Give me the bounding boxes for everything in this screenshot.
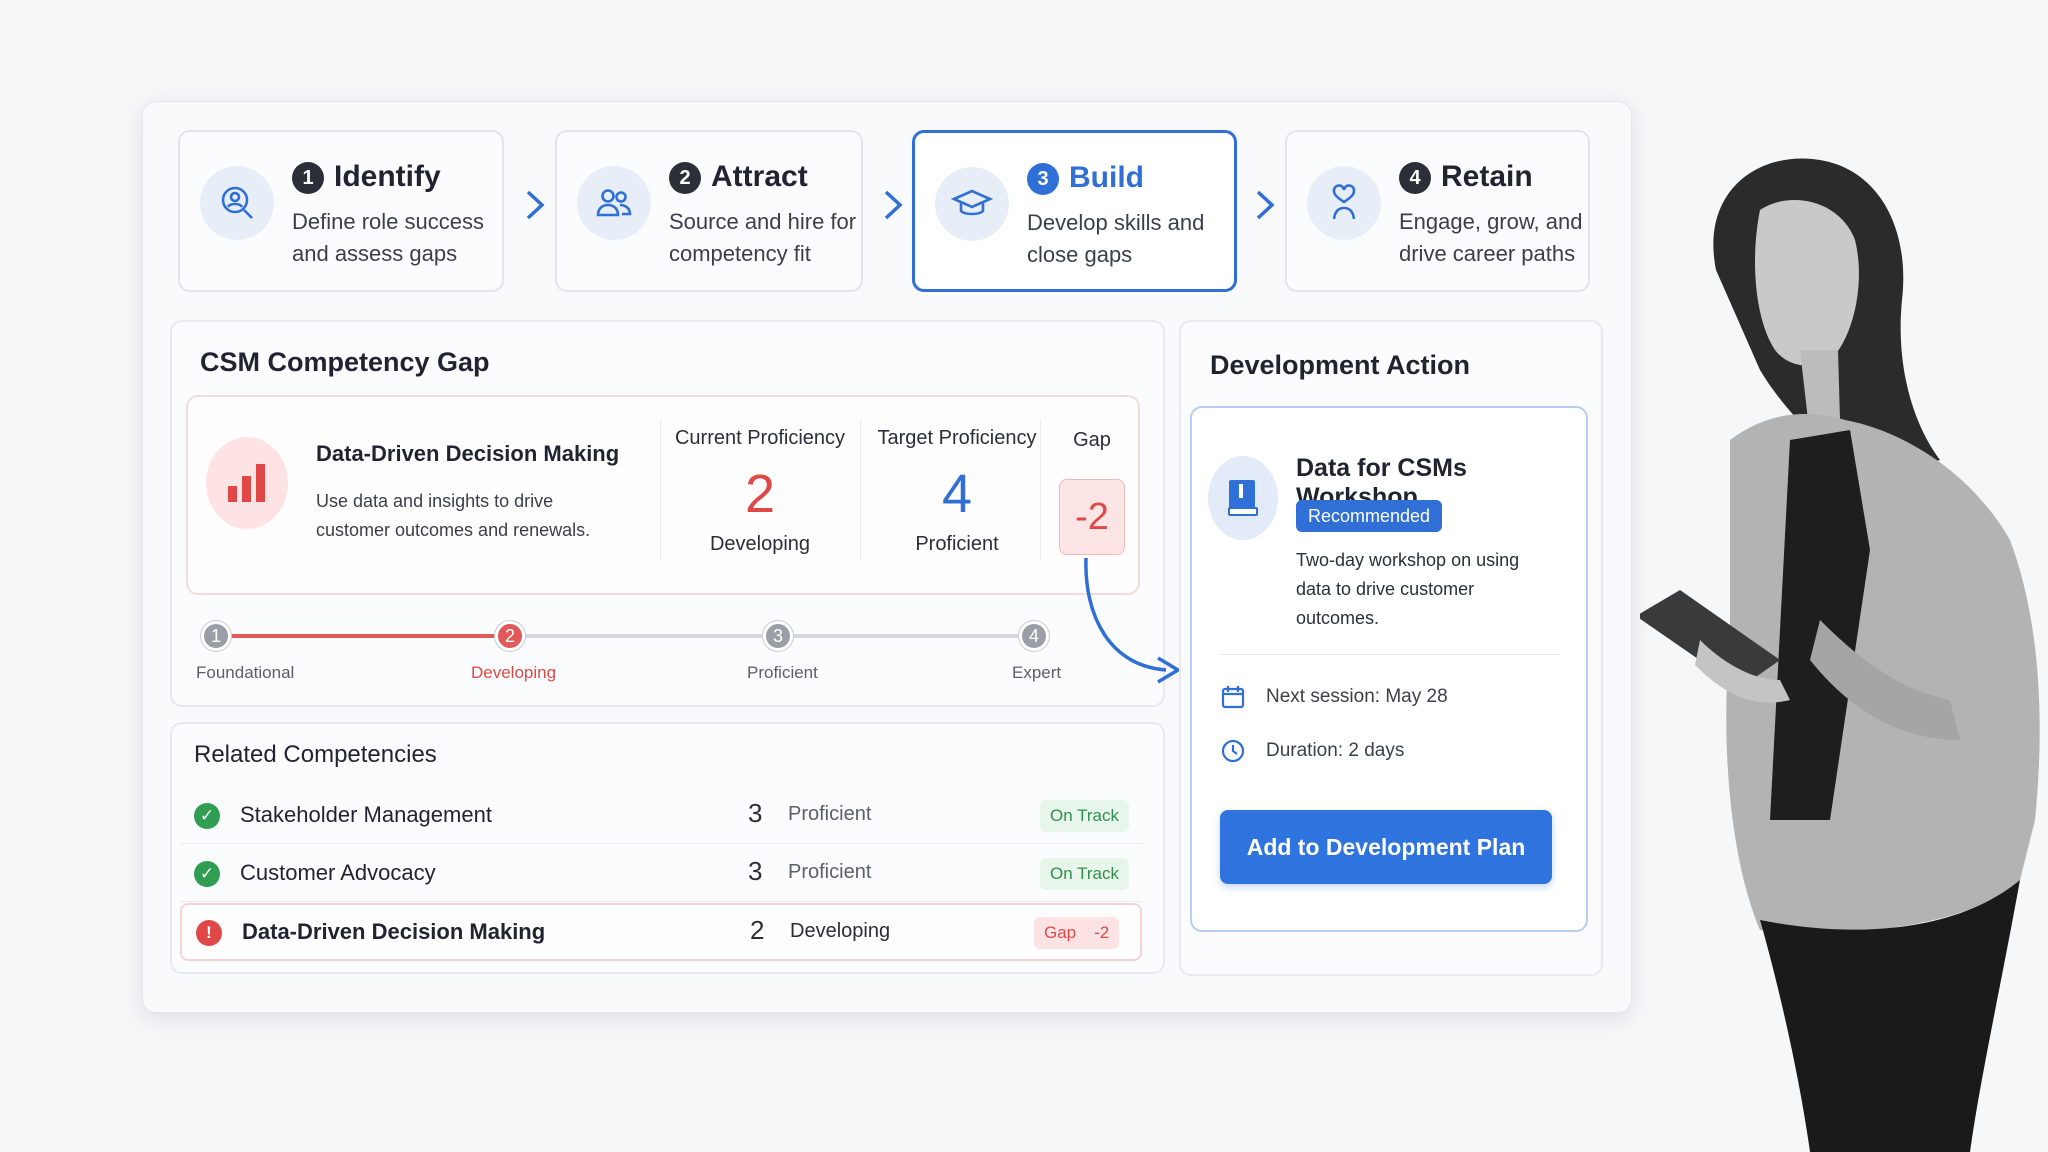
table-row[interactable]: ✓ Stakeholder Management 3 Proficient On…	[180, 788, 1142, 844]
step-description: Define role success and assess gaps	[292, 209, 484, 266]
panel-title: Development Action	[1210, 350, 1471, 380]
target-proficiency-label: Proficient	[915, 533, 999, 555]
step-retain[interactable]: 4 Retain Engage, grow, and drive career …	[1285, 130, 1590, 292]
gap-value: -2	[1059, 479, 1125, 555]
competency-name: Customer Advocacy	[240, 860, 436, 885]
arrow-right-icon	[884, 190, 903, 220]
recommended-badge: Recommended	[1296, 500, 1443, 532]
add-to-development-plan-button[interactable]: Add to Development Plan	[1220, 810, 1552, 884]
calendar-icon	[1221, 686, 1245, 709]
step-description: Develop skills and close gaps	[1027, 210, 1205, 267]
step-attract[interactable]: 2 Attract Source and hire for competency…	[555, 130, 863, 292]
table-row-gap[interactable]: ! Data-Driven Decision Making 2 Developi…	[180, 903, 1142, 961]
step-identify[interactable]: 1 Identify Define role success and asses…	[178, 130, 504, 292]
target-proficiency-heading: Target Proficiency	[877, 427, 1037, 449]
book-icon	[1208, 456, 1278, 540]
status-badge: On Track	[1040, 858, 1129, 890]
workshop-description: Two-day workshop on using data to drive …	[1296, 550, 1520, 628]
person-with-tablet-image	[1640, 158, 2040, 1152]
step-number: 4	[1399, 162, 1431, 194]
scale-dot-current: 2	[495, 621, 525, 651]
progress-line-filled	[216, 634, 510, 638]
arrow-right-icon	[526, 190, 545, 220]
step-number: 2	[669, 162, 701, 194]
gap-heading: Gap	[1073, 429, 1111, 451]
divider	[1040, 419, 1041, 561]
scale-label: Proficient	[747, 663, 818, 682]
arrow-right-icon	[1256, 190, 1275, 220]
gap-card: Data-Driven Decision Making Use data and…	[186, 395, 1140, 595]
target-proficiency-value: 4	[941, 464, 973, 524]
step-title: Identify	[334, 160, 441, 193]
step-description: Engage, grow, and drive career paths	[1399, 209, 1583, 266]
scale-label-current: Developing	[471, 663, 557, 682]
related-title: Related Competencies	[194, 741, 437, 768]
competency-description: Use data and insights to drive customer …	[316, 491, 591, 540]
step-title: Retain	[1441, 160, 1533, 193]
check-circle-icon: ✓	[194, 803, 220, 829]
panel-title: CSM Competency Gap	[200, 347, 490, 377]
current-proficiency-heading: Current Proficiency	[674, 427, 846, 449]
status-badge: On Track	[1040, 800, 1129, 832]
scale-dot: 3	[763, 621, 793, 651]
step-title: Attract	[711, 160, 808, 193]
level-label: Proficient	[788, 803, 872, 825]
gap-badge-value: -2	[1094, 923, 1110, 942]
scale-label: Foundational	[196, 663, 295, 682]
level-value: 3	[748, 798, 763, 828]
competency-name: Stakeholder Management	[240, 802, 492, 827]
alert-circle-icon: !	[196, 920, 222, 946]
step-description: Source and hire for competency fit	[669, 209, 857, 266]
level-label: Developing	[790, 920, 891, 942]
gap-badge-label: Gap	[1044, 923, 1077, 942]
scale-dot: 1	[201, 621, 231, 651]
current-proficiency-value: 2	[744, 464, 776, 524]
status-badge: Gap -2	[1034, 917, 1120, 949]
level-value: 2	[750, 915, 765, 945]
workshop-card: Data for CSMs Workshop Recommended Two-d…	[1190, 406, 1588, 932]
level-label: Proficient	[788, 861, 872, 883]
divider	[1220, 654, 1560, 655]
scale-dot: 4	[1019, 621, 1049, 651]
competency-name: Data-Driven Decision Making	[242, 919, 546, 944]
bar-chart-icon	[206, 437, 288, 529]
duration: Duration: 2 days	[1266, 740, 1405, 761]
step-title: Build	[1069, 161, 1144, 194]
table-row[interactable]: ✓ Customer Advocacy 3 Proficient On Trac…	[180, 846, 1142, 902]
check-circle-icon: ✓	[194, 861, 220, 887]
current-proficiency-label: Developing	[709, 533, 811, 555]
step-number: 3	[1027, 163, 1059, 195]
scale-label: Expert	[1012, 663, 1062, 682]
search-user-icon	[200, 166, 274, 240]
clock-icon	[1221, 739, 1245, 763]
step-build[interactable]: 3 Build Develop skills and close gaps	[912, 130, 1237, 292]
step-number: 1	[292, 162, 324, 194]
level-value: 3	[748, 856, 763, 886]
heart-person-icon	[1307, 166, 1381, 240]
competency-name: Data-Driven Decision Making	[316, 441, 620, 466]
connector-arrow-icon	[1084, 557, 1182, 684]
graduation-cap-icon	[935, 167, 1009, 241]
next-session: Next session: May 28	[1266, 686, 1448, 707]
users-icon	[577, 166, 651, 240]
